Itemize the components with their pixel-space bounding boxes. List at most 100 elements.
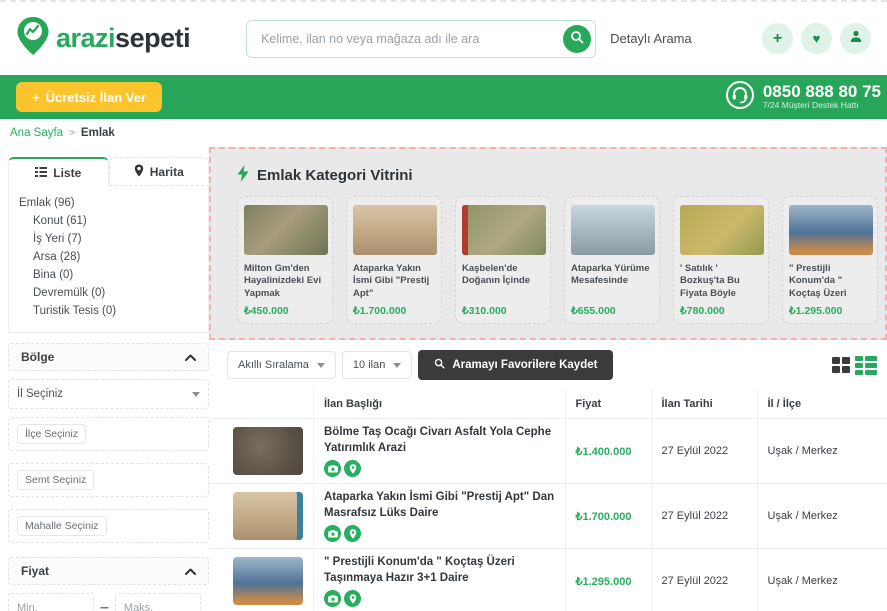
listing-thumbnail[interactable] (233, 427, 303, 475)
showcase-section: Emlak Kategori Vitrini Milton Gm'den Hay… (209, 147, 887, 340)
category-item-konut[interactable]: Konut (61) (19, 212, 198, 230)
hotline-number: 0850 888 80 75 (763, 84, 881, 100)
listing-title[interactable]: " Prestijli Konum'da " Koçtaş Üzeri Taşı… (324, 555, 555, 586)
showcase-card[interactable]: Ataparka Yürüme Mesafesinde ₺655.000 (564, 196, 660, 324)
province-select[interactable]: İl Seçiniz (8, 379, 209, 409)
card-price: ₺780.000 (680, 305, 762, 317)
listing-date: 27 Eylül 2022 (651, 484, 757, 549)
showcase-card[interactable]: Kaşbelen'de Doğanın İçinde ₺310.000 (455, 196, 551, 324)
table-row[interactable]: Ataparka Yakın İsmi Gibi "Prestij Apt" D… (209, 484, 887, 549)
header-date[interactable]: İlan Tarihi (651, 390, 757, 419)
main-content: Emlak Kategori Vitrini Milton Gm'den Hay… (209, 147, 887, 611)
search-bar (246, 20, 596, 58)
showcase-card[interactable]: ' Satılık ' Bozkuş'ta Bu Fiyata Böyle ₺7… (673, 196, 769, 324)
free-listing-button[interactable]: + Ücretsiz İlan Ver (16, 82, 162, 112)
price-section-header[interactable]: Fiyat (8, 557, 209, 585)
favorites-button[interactable]: ♥ (801, 23, 832, 54)
tab-list[interactable]: Liste (8, 157, 109, 186)
sort-select[interactable]: Akıllı Sıralama (227, 351, 336, 379)
category-item-devremulk[interactable]: Devremülk (0) (19, 284, 198, 302)
chevron-down-icon (192, 392, 200, 397)
breadcrumb: Ana Sayfa > Emlak (0, 119, 887, 147)
listing-date: 27 Eylül 2022 (651, 419, 757, 484)
heart-icon: ♥ (813, 31, 821, 46)
quarter-input[interactable]: Semt Seçiniz (8, 463, 209, 497)
listing-thumbnail (353, 205, 437, 255)
showcase-card[interactable]: Ataparka Yakın İsmi Gibi "Prestij Apt" ₺… (346, 196, 442, 324)
logo-pin-icon (16, 16, 50, 61)
location-badge-icon (344, 590, 361, 607)
search-button[interactable] (563, 25, 591, 53)
listing-thumbnail[interactable] (233, 492, 303, 540)
region-section-header[interactable]: Bölge (8, 343, 209, 371)
grid-view-icon[interactable] (832, 357, 850, 373)
listing-thumbnail[interactable] (233, 557, 303, 605)
category-item-emlak[interactable]: Emlak (96) (19, 194, 198, 212)
listing-thumbnail (789, 205, 873, 255)
bolt-icon (237, 165, 249, 186)
view-toggles (832, 356, 877, 375)
per-page-select[interactable]: 10 ilan (342, 351, 412, 379)
support-hotline[interactable]: 0850 888 80 75 7/24 Müşteri Destek Hattı (725, 80, 881, 115)
listing-badges (324, 525, 555, 542)
listing-thumbnail (680, 205, 764, 255)
account-button[interactable] (840, 23, 871, 54)
logo[interactable]: arazisepeti (16, 16, 190, 61)
category-item-turistik-tesis[interactable]: Turistik Tesis (0) (19, 302, 198, 320)
neighborhood-input[interactable]: Mahalle Seçiniz (8, 509, 209, 543)
location-badge-icon (344, 460, 361, 477)
results-toolbar: Akıllı Sıralama 10 ilan Aramayı Favorile… (209, 340, 887, 390)
category-item-is-yeri[interactable]: İş Yeri (7) (19, 230, 198, 248)
showcase-cards: Milton Gm'den Hayalinizdeki Evi Yapmak ₺… (237, 196, 871, 324)
listing-location: Uşak / Merkez (757, 419, 887, 484)
showcase-card[interactable]: " Prestijli Konum'da " Koçtaş Üzeri ₺1.2… (782, 196, 878, 324)
detailed-search-link[interactable]: Detaylı Arama (610, 31, 692, 46)
listing-location: Uşak / Merkez (757, 484, 887, 549)
sidebar-tabs: Liste Harita (8, 157, 209, 186)
chevron-down-icon (317, 363, 325, 368)
showcase-card[interactable]: Milton Gm'den Hayalinizdeki Evi Yapmak ₺… (237, 196, 333, 324)
map-pin-icon (134, 164, 144, 180)
add-listing-button[interactable]: + (762, 23, 793, 54)
listing-title[interactable]: Ataparka Yakın İsmi Gibi "Prestij Apt" D… (324, 490, 555, 521)
range-dash: – (100, 599, 109, 611)
showcase-title: Emlak Kategori Vitrini (237, 165, 871, 186)
list-view-icon[interactable] (855, 356, 877, 375)
card-price: ₺1.295.000 (789, 305, 871, 317)
photo-badge-icon (324, 460, 341, 477)
listing-thumbnail (244, 205, 328, 255)
listing-thumbnail (571, 205, 655, 255)
header-actions: + ♥ (762, 23, 871, 54)
listing-title[interactable]: Bölme Taş Ocağı Civarı Asfalt Yola Cephe… (324, 425, 555, 456)
save-search-button[interactable]: Aramayı Favorilere Kaydet (418, 350, 613, 380)
breadcrumb-home-link[interactable]: Ana Sayfa (10, 127, 63, 139)
price-max-input[interactable] (115, 593, 201, 611)
header: arazisepeti Detaylı Arama + ♥ (0, 2, 887, 75)
header-location[interactable]: İl / İlçe (757, 390, 887, 419)
listing-price: ₺1.400.000 (565, 419, 651, 484)
category-item-bina[interactable]: Bina (0) (19, 266, 198, 284)
tab-map[interactable]: Harita (109, 157, 210, 186)
neighborhood-placeholder-chip: Mahalle Seçiniz (17, 516, 107, 536)
district-input[interactable]: İlçe Seçiniz (8, 417, 209, 451)
price-range: – (8, 593, 209, 611)
listing-badges (324, 590, 555, 607)
listings-table: İlan Başlığı Fiyat İlan Tarihi İl / İlçe… (209, 390, 887, 611)
search-input[interactable] (246, 20, 596, 58)
table-row[interactable]: " Prestijli Konum'da " Koçtaş Üzeri Taşı… (209, 549, 887, 611)
logo-text: arazisepeti (56, 23, 190, 54)
header-title[interactable]: İlan Başlığı (314, 390, 566, 419)
table-row[interactable]: Bölme Taş Ocağı Civarı Asfalt Yola Cephe… (209, 419, 887, 484)
list-icon (35, 166, 47, 180)
photo-badge-icon (324, 590, 341, 607)
card-price: ₺1.700.000 (353, 305, 435, 317)
page: arazisepeti Detaylı Arama + ♥ (0, 0, 887, 611)
card-title: Kaşbelen'de Doğanın İçinde (462, 263, 544, 301)
breadcrumb-current: Emlak (81, 127, 115, 139)
header-price[interactable]: Fiyat (565, 390, 651, 419)
category-item-arsa[interactable]: Arsa (28) (19, 248, 198, 266)
price-min-input[interactable] (8, 593, 94, 611)
hotline-caption: 7/24 Müşteri Destek Hattı (763, 100, 881, 110)
photo-badge-icon (324, 525, 341, 542)
listing-location: Uşak / Merkez (757, 549, 887, 611)
